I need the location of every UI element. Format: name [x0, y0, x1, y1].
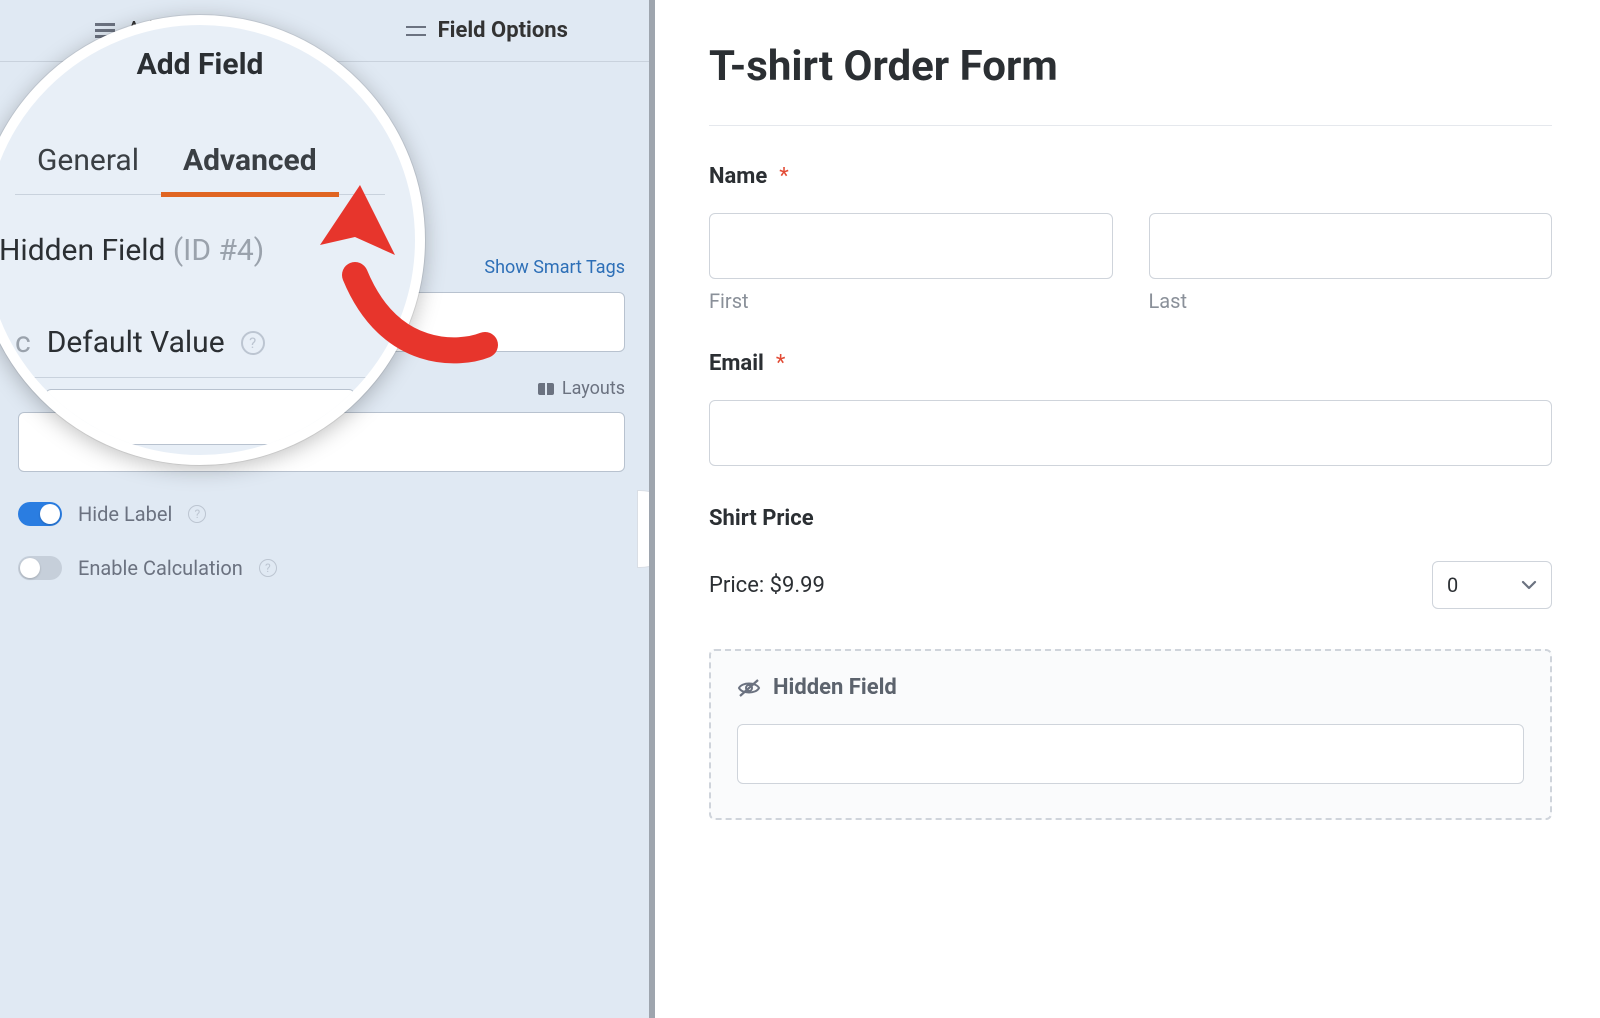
chevron-left-icon [651, 518, 655, 540]
magnifier-field-title: Hidden Field (ID #4) [0, 233, 264, 268]
magnifier-callout: Add Field General Advanced Hidden Field … [0, 15, 425, 465]
layouts-label: Layouts [562, 378, 625, 399]
default-value-input[interactable] [45, 389, 355, 445]
help-icon[interactable]: ? [259, 559, 277, 577]
tab-field-options-label: Field Options [438, 18, 568, 43]
required-asterisk: * [779, 164, 788, 189]
last-name-sublabel: Last [1149, 289, 1553, 313]
hide-label-text: Hide Label [78, 502, 172, 526]
shirt-qty-value: 0 [1447, 573, 1458, 597]
eye-off-icon [737, 678, 761, 698]
hidden-field-preview[interactable]: Hidden Field [709, 649, 1552, 820]
magnifier-divider [21, 377, 379, 378]
enable-calc-text: Enable Calculation [78, 556, 243, 580]
shirt-price-group: Shirt Price Price: $9.99 0 [709, 506, 1552, 609]
last-name-input[interactable] [1149, 213, 1553, 279]
name-label: Name [709, 164, 767, 189]
chevron-down-icon [1521, 579, 1537, 591]
subtab-advanced[interactable]: Advanced [161, 133, 339, 197]
magnifier-top-fragment: Add Field [0, 47, 415, 82]
help-icon[interactable]: ? [241, 331, 265, 355]
c-stub: c [15, 325, 31, 360]
columns-icon [538, 383, 554, 395]
default-value-label: Default Value [47, 325, 225, 360]
show-smart-tags-link[interactable]: Show Smart Tags [484, 257, 625, 278]
subtab-general[interactable]: General [15, 133, 161, 194]
name-field-group: Name * First Last [709, 164, 1552, 313]
hide-label-toggle[interactable] [18, 502, 62, 526]
shirt-qty-select[interactable]: 0 [1432, 561, 1552, 609]
title-divider [709, 125, 1552, 126]
page-title: T-shirt Order Form [709, 42, 1552, 91]
magnifier-field-name: Hidden Field [0, 233, 165, 268]
email-field-group: Email * [709, 351, 1552, 466]
shirt-price-label: Shirt Price [709, 506, 814, 531]
enable-calc-row: Enable Calculation ? [18, 556, 625, 580]
email-label: Email [709, 351, 764, 376]
field-options-sidebar: Add Fields Field Options Gen Show Smart … [0, 0, 655, 1018]
hidden-field-input[interactable] [737, 724, 1524, 784]
shirt-price-text: Price: $9.99 [709, 573, 825, 598]
hidden-field-label: Hidden Field [773, 675, 897, 700]
required-asterisk: * [776, 351, 785, 376]
magnifier-sub-tabs: General Advanced [15, 133, 385, 195]
hide-label-row: Hide Label ? [18, 502, 625, 526]
email-input[interactable] [709, 400, 1552, 466]
layouts-link[interactable]: Layouts [538, 378, 625, 399]
magnifier-field-id: (ID #4) [173, 233, 264, 268]
help-icon[interactable]: ? [188, 505, 206, 523]
first-name-input[interactable] [709, 213, 1113, 279]
magnifier-default-value-row: c Default Value ? [15, 325, 265, 360]
first-name-sublabel: First [709, 289, 1113, 313]
form-preview-panel: T-shirt Order Form Name * First Last Ema… [655, 0, 1600, 1018]
enable-calculation-toggle[interactable] [18, 556, 62, 580]
collapse-sidebar-button[interactable] [637, 490, 655, 568]
